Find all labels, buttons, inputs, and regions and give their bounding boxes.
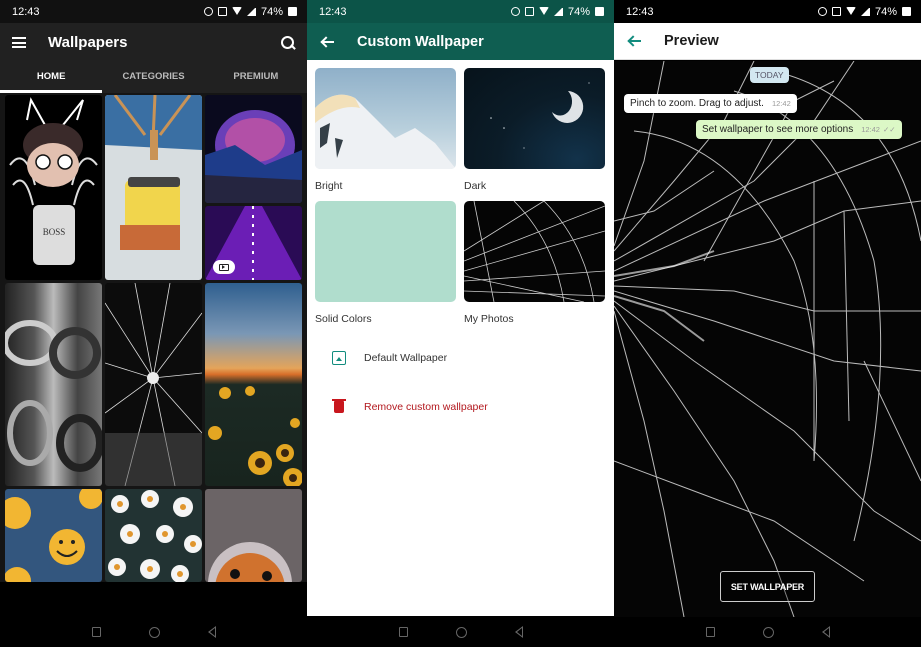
back-button[interactable] xyxy=(514,626,523,638)
wallpaper-thumb-sunflowers[interactable] xyxy=(205,283,302,486)
app-title: Wallpapers xyxy=(48,34,128,51)
wifi-icon xyxy=(538,7,549,16)
custom-wallpaper-screen: 12:43 74% Custom Wallpaper Bright Dark S… xyxy=(307,0,614,647)
wallpaper-thumb-daisies[interactable] xyxy=(105,489,202,582)
wallpaper-preview[interactable]: TODAY Pinch to zoom. Drag to adjust. 12:4… xyxy=(614,61,921,617)
default-wallpaper-icon xyxy=(332,351,346,365)
default-wallpaper-button[interactable]: Default Wallpaper xyxy=(307,338,614,378)
alarm-icon xyxy=(203,7,213,16)
cracked-glass-wallpaper xyxy=(614,61,921,617)
signal-icon xyxy=(860,7,870,16)
option-label: Bright xyxy=(315,180,343,192)
battery-icon xyxy=(595,7,604,16)
solid-colors-preview[interactable] xyxy=(315,201,456,302)
message-text: Set wallpaper to see more options xyxy=(702,124,854,135)
action-label: Remove custom wallpaper xyxy=(364,401,488,413)
message-outgoing: Set wallpaper to see more options 12:42 ✓✓ xyxy=(696,120,902,139)
preview-screen: 12:43 74% Preview TODAY Pinch to zoom. D… xyxy=(614,0,921,647)
set-wallpaper-button[interactable]: SET WALLPAPER xyxy=(720,571,815,602)
my-photos-preview[interactable] xyxy=(464,201,605,302)
wifi-icon xyxy=(231,7,242,16)
hamburger-menu-icon[interactable] xyxy=(12,37,26,48)
option-bright[interactable]: Bright xyxy=(315,68,456,192)
status-bar: 12:43 74% xyxy=(614,0,921,23)
wifi-icon xyxy=(845,7,856,16)
system-nav-bar xyxy=(0,617,307,647)
status-bar: 12:43 74% xyxy=(0,0,307,23)
option-my-photos[interactable]: My Photos xyxy=(464,201,605,325)
home-button[interactable] xyxy=(148,626,160,638)
app-bar: Wallpapers xyxy=(0,23,307,62)
signal-icon xyxy=(246,7,256,16)
wallpaper-grid: BOSS xyxy=(0,93,307,582)
system-nav-bar xyxy=(614,617,921,647)
status-time: 12:43 xyxy=(319,5,347,18)
signal-icon xyxy=(553,7,563,16)
wallpaper-thumb-smileys[interactable] xyxy=(5,489,102,582)
message-time: 12:42 xyxy=(771,99,791,108)
recents-button[interactable] xyxy=(91,627,101,637)
search-icon[interactable] xyxy=(281,35,295,50)
wallpapers-app-screen: 12:43 74% Wallpapers HOME CATEGORIES PRE… xyxy=(0,0,307,647)
tab-bar: HOME CATEGORIES PREMIUM xyxy=(0,62,307,93)
action-label: Default Wallpaper xyxy=(364,352,448,364)
dark-preview[interactable] xyxy=(464,68,605,169)
wallpaper-thumb-boy[interactable]: BOSS xyxy=(5,95,102,280)
svg-text:BOSS: BOSS xyxy=(43,227,66,237)
battery-percent: 74% xyxy=(260,5,283,18)
option-label: Solid Colors xyxy=(315,313,372,325)
recents-button[interactable] xyxy=(705,627,715,637)
date-chip: TODAY xyxy=(750,67,789,83)
app-bar: Preview xyxy=(614,23,921,60)
app-bar: Custom Wallpaper xyxy=(307,23,614,60)
battery-percent: 74% xyxy=(874,5,897,18)
home-button[interactable] xyxy=(762,626,774,638)
alarm-icon xyxy=(510,7,520,16)
page-title: Preview xyxy=(664,33,719,49)
battery-icon xyxy=(288,7,297,16)
system-nav-bar xyxy=(307,617,614,647)
status-bar: 12:43 74% xyxy=(307,0,614,23)
message-text: Pinch to zoom. Drag to adjust. xyxy=(630,98,764,109)
message-time: 12:42 xyxy=(861,125,880,134)
option-label: Dark xyxy=(464,180,487,192)
read-ticks-icon: ✓✓ xyxy=(882,125,896,134)
wallpaper-options: Bright Dark Solid Colors My Photos Defau… xyxy=(307,60,614,616)
tab-categories[interactable]: CATEGORIES xyxy=(102,62,204,93)
alarm-icon xyxy=(817,7,827,16)
bright-preview[interactable] xyxy=(315,68,456,169)
status-time: 12:43 xyxy=(626,5,654,18)
vibrate-icon xyxy=(524,7,534,16)
back-button[interactable] xyxy=(207,626,216,638)
wallpaper-thumb-cracked-glass[interactable] xyxy=(105,283,202,486)
tab-home[interactable]: HOME xyxy=(0,62,103,93)
remove-custom-wallpaper-button[interactable]: Remove custom wallpaper xyxy=(307,387,614,427)
battery-percent: 74% xyxy=(567,5,590,18)
back-arrow-icon[interactable] xyxy=(628,35,642,47)
status-time: 12:43 xyxy=(12,5,40,18)
battery-icon xyxy=(902,7,911,16)
vibrate-icon xyxy=(217,7,227,16)
recents-button[interactable] xyxy=(398,627,408,637)
video-play-icon xyxy=(213,260,235,274)
wallpaper-thumb-cat[interactable] xyxy=(205,489,302,582)
page-title: Custom Wallpaper xyxy=(357,33,484,50)
option-dark[interactable]: Dark xyxy=(464,68,605,192)
wallpaper-thumb-dragons[interactable] xyxy=(5,283,102,486)
wallpaper-thumb-spongebob[interactable] xyxy=(105,95,202,280)
wallpaper-thumb-neon-road[interactable] xyxy=(205,206,302,280)
trash-icon xyxy=(332,399,346,413)
back-arrow-icon[interactable] xyxy=(321,36,335,48)
message-incoming: Pinch to zoom. Drag to adjust. 12:42 xyxy=(624,94,797,113)
wallpaper-thumb-neon-planet[interactable] xyxy=(205,95,302,203)
option-label: My Photos xyxy=(464,313,514,325)
option-solid-colors[interactable]: Solid Colors xyxy=(315,201,456,325)
back-button[interactable] xyxy=(821,626,830,638)
vibrate-icon xyxy=(831,7,841,16)
tab-premium[interactable]: PREMIUM xyxy=(205,62,307,93)
home-button[interactable] xyxy=(455,626,467,638)
